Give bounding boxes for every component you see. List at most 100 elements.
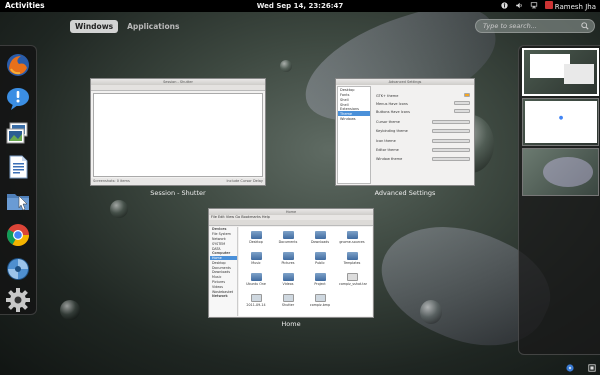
tab-applications[interactable]: Applications [122,20,184,33]
settings-label: Menus Have Icons [376,102,408,106]
folder-item[interactable]: Templates [339,252,365,265]
folder-item[interactable]: Pictures [275,252,301,265]
folder-icon [250,273,262,281]
window-home[interactable]: Home File Edit View Go Bookmarks Help Ho… [208,208,374,318]
folder-icon [346,231,358,239]
settings-label: Keybinding theme [376,129,408,133]
folder-label: Pictures [281,261,295,265]
shutter-icon[interactable] [4,255,32,283]
tab-windows[interactable]: Windows [70,20,119,33]
folder-item[interactable]: gnome-sources [339,231,365,244]
file-grid: Desktop Documents Downloads gnome-source… [239,227,372,316]
folder-item[interactable]: Music [243,252,269,265]
folder-item[interactable]: Public [307,252,333,265]
dropdown[interactable] [432,129,470,133]
status-area: Ramesh Jha [500,1,596,11]
user-name: Ramesh Jha [554,3,596,11]
status-bar: Screenshots: 0 items Include Cursor Dela… [91,178,265,185]
settings-sidebar: Desktop Fonts Shell Shell Extensions The… [337,86,371,184]
chrome-icon[interactable] [4,221,32,249]
folder-label: Downloads [310,240,330,244]
settings-label: Icon theme [376,139,396,143]
settings-label: Buttons Have Icons [376,110,410,114]
caption-home: Home [281,320,301,328]
settings-label: GTK+ theme [376,94,399,98]
sidebar-header: Network [212,294,228,299]
search-input[interactable]: Type to search... [475,19,595,33]
top-panel: Activities Wed Sep 14, 23:26:47 Ramesh J… [0,0,600,12]
firefox-icon[interactable] [4,51,32,79]
dropdown[interactable] [432,148,470,152]
folder-icon [314,231,326,239]
file-label: compiz.bmp [309,303,331,307]
file-item[interactable]: Shutter [275,294,301,307]
folder-item[interactable]: Downloads [307,231,333,244]
status-left: Screenshots: 0 items [93,179,130,183]
system-settings-icon[interactable] [4,286,32,314]
folder-icon [282,252,294,260]
workspace-4[interactable] [522,198,599,246]
workspace-3[interactable] [522,148,599,196]
sidebar-item[interactable]: Wastebasket [210,289,237,294]
sidebar-item[interactable]: Windows [338,116,370,121]
workspace-switcher: ● [518,45,600,355]
google-logo: ● [558,115,564,121]
status-right: Include Cursor Delay [226,179,263,183]
folder-item[interactable]: Project [307,273,333,286]
toggle-switch[interactable] [454,109,470,113]
folder-item[interactable]: Videos [275,273,301,286]
file-icon [346,273,358,281]
wallpaper-drop [420,300,442,324]
file-item[interactable]: compiz_sshot.tar [339,273,367,286]
avatar [544,1,553,9]
window-shutter[interactable]: Session - Shutter Screenshots: 0 items I… [90,78,266,186]
folder-icon [282,273,294,281]
file-item[interactable]: compiz.bmp [307,294,333,307]
folder-item[interactable]: Desktop [243,231,269,244]
folder-label: Ubuntu One [246,282,266,286]
folder-item[interactable]: Documents [275,231,301,244]
dash [0,45,37,315]
caption-shutter: Session - Shutter [150,189,206,197]
search-icon [581,22,589,30]
file-label: compiz_sshot.tar [339,282,367,286]
window-thumb: ● [525,101,597,143]
folder-item[interactable]: Ubuntu One [243,273,269,286]
files-icon[interactable] [4,187,32,215]
workspace-2[interactable]: ● [522,98,599,146]
view-selector: Windows Applications [70,20,184,33]
dropdown[interactable] [432,157,470,161]
location-bar: Home [209,220,373,237]
folder-icon [314,273,326,281]
volume-icon[interactable] [515,2,523,11]
dropdown[interactable] [432,120,470,124]
folder-label: Templates [343,261,361,265]
network-icon[interactable] [530,1,538,11]
accessibility-icon[interactable] [500,1,508,11]
window-advanced-settings[interactable]: Advanced Settings Desktop Fonts Shell Sh… [335,78,475,186]
empathy-icon[interactable] [4,85,32,113]
user-menu[interactable]: Ramesh Jha [544,1,596,11]
folder-icon [314,252,326,260]
workspace-1[interactable] [522,48,599,96]
file-icon [282,294,294,302]
file-icon [314,294,326,302]
shutter-tray-icon[interactable] [566,364,574,372]
window-thumb [564,64,594,84]
toggle-switch[interactable] [454,101,470,105]
dropdown[interactable] [432,139,470,143]
settings-label: Cursor theme [376,120,400,124]
file-item[interactable]: 2011-09-14 [243,294,269,307]
folder-icon [250,231,262,239]
wallpaper-thumb [543,157,593,187]
notification-tray-icon[interactable] [588,364,596,372]
settings-label: Editor theme [376,148,399,152]
folder-icon [346,252,358,260]
settings-label: Window theme [376,157,403,161]
shotwell-icon[interactable] [4,119,32,147]
sidebar-item[interactable]: Shell Extensions [338,102,370,111]
caption-advanced-settings: Advanced Settings [374,189,436,197]
wallpaper-drop [280,60,292,72]
screenshot-area [93,93,263,177]
libreoffice-writer-icon[interactable] [4,153,32,181]
